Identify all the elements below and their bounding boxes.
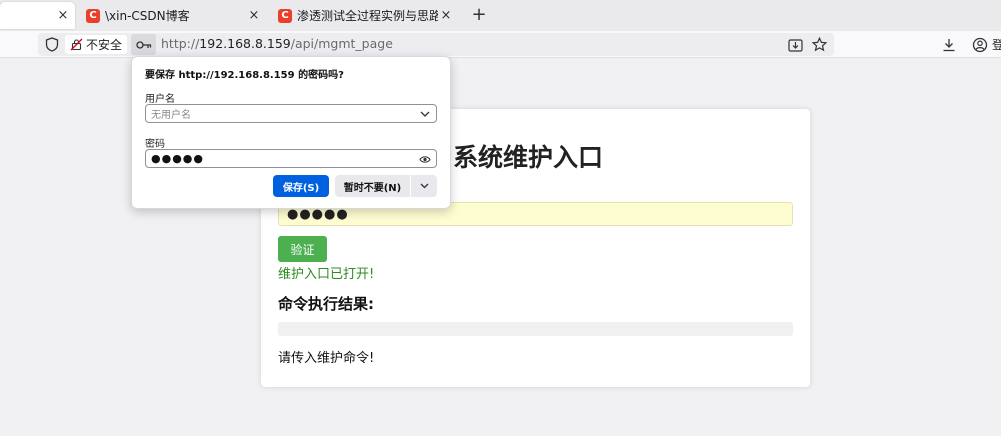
csdn-favicon-icon: C	[278, 8, 292, 23]
show-password-eye-icon[interactable]	[419, 153, 431, 165]
tab-title: 渗透测试全过程实例与思路-CSI	[297, 9, 438, 23]
saved-password-key-button[interactable]	[131, 34, 156, 55]
save-password-button[interactable]: 保存(S)	[273, 175, 329, 197]
tab-strip: × C \xin-CSDN博客 × C 渗透测试全过程实例与思路-CSI × +	[0, 0, 1001, 31]
account-label[interactable]: 登	[992, 36, 1001, 53]
verify-button[interactable]: 验证	[278, 236, 327, 262]
username-field[interactable]: 无用户名	[145, 104, 437, 123]
password-dots: ●●●●●	[151, 152, 204, 165]
download-page-icon	[788, 38, 803, 52]
page-title: 系统维护入口	[453, 143, 604, 172]
url-host: 192.168.8.159	[199, 36, 291, 51]
url-path: /api/mgmt_page	[290, 36, 393, 51]
tab-title: \xin-CSDN博客	[105, 9, 190, 23]
close-icon[interactable]: ×	[246, 8, 262, 23]
tab-csdn-blog[interactable]: C \xin-CSDN博客 ×	[81, 2, 267, 29]
download-icon	[943, 39, 955, 52]
new-tab-button[interactable]: +	[469, 4, 489, 25]
command-hint: 请传入维护命令!	[278, 351, 375, 366]
url-bar[interactable]: 不安全 http://192.168.8.159/api/mgmt_page	[38, 33, 834, 56]
account-button[interactable]	[971, 36, 989, 54]
account-icon	[972, 37, 988, 53]
close-icon[interactable]: ×	[438, 8, 454, 23]
chevron-down-icon	[420, 183, 428, 189]
popup-password-field[interactable]: ●●●●●	[145, 149, 437, 168]
url-text[interactable]: http://192.168.8.159/api/mgmt_page	[161, 36, 393, 51]
tab-current[interactable]: ×	[0, 2, 75, 29]
security-indicator[interactable]: 不安全	[65, 35, 128, 54]
key-icon	[135, 40, 151, 49]
status-message: 维护入口已打开!	[278, 267, 375, 282]
csdn-favicon-icon: C	[86, 8, 100, 23]
popup-title: 要保存 http://192.168.8.159 的密码吗?	[145, 70, 344, 81]
downloads-button[interactable]	[940, 36, 958, 54]
username-placeholder: 无用户名	[151, 110, 191, 121]
star-icon	[812, 37, 827, 52]
save-to-pocket-button[interactable]	[787, 36, 804, 53]
bookmark-star-button[interactable]	[811, 36, 828, 53]
tracking-shield-icon[interactable]	[45, 37, 59, 52]
result-heading: 命令执行结果:	[278, 295, 374, 313]
url-prefix: http://	[161, 36, 200, 51]
username-label: 用户名	[145, 94, 175, 105]
not-now-dropdown-button[interactable]	[411, 175, 437, 197]
close-icon[interactable]: ×	[55, 8, 71, 23]
password-label: 密码	[145, 139, 165, 150]
tab-pentest-article[interactable]: C 渗透测试全过程实例与思路-CSI ×	[273, 2, 459, 29]
insecure-lock-icon	[70, 38, 83, 51]
nav-bar: 不安全 http://192.168.8.159/api/mgmt_page	[0, 31, 1001, 58]
not-now-button[interactable]: 暂时不要(N)	[335, 175, 410, 197]
chevron-down-icon[interactable]	[419, 108, 431, 120]
command-result-box	[278, 322, 793, 336]
security-label: 不安全	[86, 38, 123, 52]
